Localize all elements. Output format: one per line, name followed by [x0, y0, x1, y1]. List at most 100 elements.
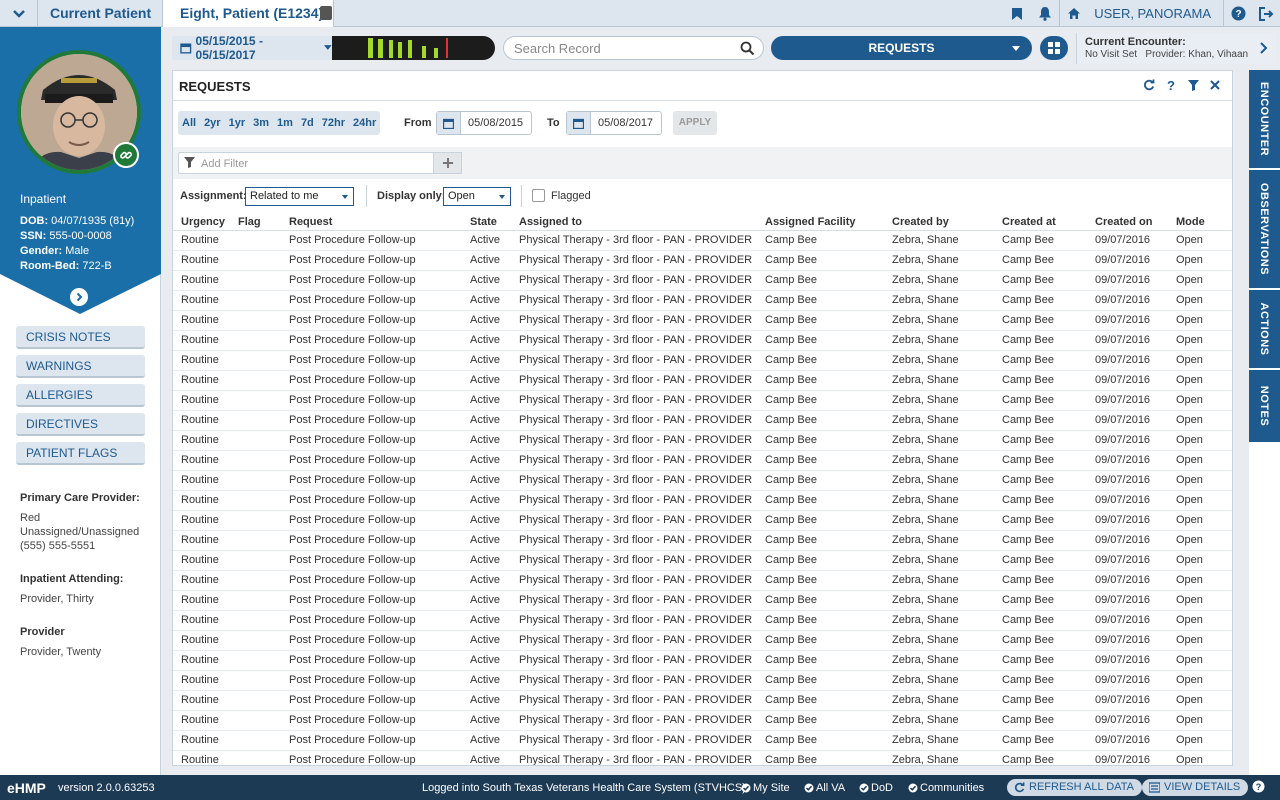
site-my-site[interactable]: My Site: [741, 782, 790, 794]
table-row[interactable]: Routine Post Procedure Follow-up Active Phy…: [173, 730, 1232, 751]
logout-icon[interactable]: [1252, 0, 1280, 27]
table-row[interactable]: Routine Post Procedure Follow-up Active Phy…: [173, 390, 1232, 411]
table-row[interactable]: Routine Post Procedure Follow-up Active Phy…: [173, 510, 1232, 531]
column-header-assigned-to[interactable]: Assigned to: [511, 214, 757, 231]
table-row[interactable]: Routine Post Procedure Follow-up Active Phy…: [173, 310, 1232, 331]
requests-table-container[interactable]: Urgency Flag Request State Assigned to A…: [173, 214, 1232, 765]
table-row[interactable]: Routine Post Procedure Follow-up Active Phy…: [173, 690, 1232, 711]
range-1yr-button[interactable]: 1yr: [225, 111, 250, 135]
add-filter-button[interactable]: [434, 152, 462, 174]
close-icon[interactable]: [1208, 78, 1222, 92]
refresh-all-data-button[interactable]: REFRESH ALL DATA: [1007, 779, 1142, 796]
column-header-created-on[interactable]: Created on: [1087, 214, 1168, 231]
cell-assigned-to: Physical Therapy - 3rd floor - PAN - PRO…: [511, 350, 757, 371]
filter-input[interactable]: [201, 156, 421, 171]
table-row[interactable]: Routine Post Procedure Follow-up Active Phy…: [173, 270, 1232, 291]
range-1m-button[interactable]: 1m: [273, 111, 297, 135]
filter-icon[interactable]: [1186, 78, 1200, 92]
patient-flags-button[interactable]: PATIENT FLAGS: [16, 442, 145, 465]
table-row[interactable]: Routine Post Procedure Follow-up Active Phy…: [173, 470, 1232, 491]
range-3m-button[interactable]: 3m: [249, 111, 273, 135]
global-date-range[interactable]: 05/15/2015 - 05/15/2017: [172, 34, 332, 62]
user-menu[interactable]: USER, PANORAMA: [1088, 6, 1223, 21]
display-only-select[interactable]: Open: [443, 187, 511, 206]
link-icon[interactable]: [113, 142, 139, 168]
column-header-created-at[interactable]: Created at: [994, 214, 1087, 231]
column-header-created-by[interactable]: Created by: [884, 214, 994, 231]
workspace-selector[interactable]: REQUESTS: [771, 36, 1032, 60]
apply-button[interactable]: APPLY: [673, 111, 717, 135]
tray-encounter[interactable]: ENCOUNTER: [1249, 70, 1280, 170]
table-row[interactable]: Routine Post Procedure Follow-up Active Phy…: [173, 530, 1232, 551]
patient-tab[interactable]: Eight, Patient (E1234): [162, 0, 334, 27]
cell-request: Post Procedure Follow-up: [281, 630, 462, 651]
table-row[interactable]: Routine Post Procedure Follow-up Active Phy…: [173, 750, 1232, 765]
table-row[interactable]: Routine Post Procedure Follow-up Active Phy…: [173, 230, 1232, 251]
from-date-field[interactable]: 05/08/2015: [436, 111, 532, 135]
table-row[interactable]: Routine Post Procedure Follow-up Active Phy…: [173, 570, 1232, 591]
range-24hr-button[interactable]: 24hr: [349, 111, 380, 135]
warnings-button[interactable]: WARNINGS: [16, 355, 145, 378]
column-header-assigned-facility[interactable]: Assigned Facility: [757, 214, 884, 231]
column-header-state[interactable]: State: [462, 214, 511, 231]
column-header-mode[interactable]: Mode: [1168, 214, 1232, 231]
tray-notes[interactable]: NOTES: [1249, 370, 1280, 444]
column-header-flag[interactable]: Flag: [230, 214, 281, 231]
table-row[interactable]: Routine Post Procedure Follow-up Active Phy…: [173, 630, 1232, 651]
expand-patient-button[interactable]: [70, 288, 88, 306]
view-details-button[interactable]: VIEW DETAILS: [1142, 779, 1249, 796]
table-row[interactable]: Routine Post Procedure Follow-up Active Phy…: [173, 290, 1232, 311]
table-row[interactable]: Routine Post Procedure Follow-up Active Phy…: [173, 590, 1232, 611]
table-row[interactable]: Routine Post Procedure Follow-up Active Phy…: [173, 350, 1232, 371]
tray-observations[interactable]: OBSERVATIONS: [1249, 170, 1280, 290]
to-date-field[interactable]: 05/08/2017: [566, 111, 662, 135]
refresh-icon[interactable]: [1142, 78, 1156, 92]
table-row[interactable]: Routine Post Procedure Follow-up Active Phy…: [173, 250, 1232, 271]
current-patient-label[interactable]: Current Patient: [50, 5, 151, 21]
table-row[interactable]: Routine Post Procedure Follow-up Active Phy…: [173, 490, 1232, 511]
site-dod[interactable]: DoD: [859, 782, 893, 794]
search-icon[interactable]: [740, 41, 755, 56]
range-2yr-button[interactable]: 2yr: [200, 111, 225, 135]
table-row[interactable]: Routine Post Procedure Follow-up Active Phy…: [173, 550, 1232, 571]
current-encounter[interactable]: Current Encounter: No Visit Set Provider…: [1076, 33, 1276, 64]
allergies-button[interactable]: ALLERGIES: [16, 384, 145, 407]
table-row[interactable]: Routine Post Procedure Follow-up Active Phy…: [173, 450, 1232, 471]
bell-icon[interactable]: [1031, 0, 1059, 27]
flagged-checkbox[interactable]: [532, 189, 545, 202]
table-row[interactable]: Routine Post Procedure Follow-up Active Phy…: [173, 410, 1232, 431]
table-row[interactable]: Routine Post Procedure Follow-up Active Phy…: [173, 610, 1232, 631]
range-all-button[interactable]: All: [178, 111, 200, 135]
bookmark-icon[interactable]: [1003, 0, 1031, 27]
search-record[interactable]: [503, 36, 764, 60]
calendar-icon[interactable]: [567, 112, 591, 134]
cell-assigned-to: Physical Therapy - 3rd floor - PAN - PRO…: [511, 430, 757, 451]
table-row[interactable]: Routine Post Procedure Follow-up Active Phy…: [173, 650, 1232, 671]
site-all-va[interactable]: All VA: [804, 782, 845, 794]
table-row[interactable]: Routine Post Procedure Follow-up Active Phy…: [173, 430, 1232, 451]
range-7d-button[interactable]: 7d: [297, 111, 318, 135]
timeline-summary[interactable]: [332, 36, 495, 60]
tray-actions[interactable]: ACTIONS: [1249, 290, 1280, 370]
search-input[interactable]: [514, 40, 739, 57]
site-communities[interactable]: Communities: [908, 782, 984, 794]
table-row[interactable]: Routine Post Procedure Follow-up Active Phy…: [173, 330, 1232, 351]
home-icon[interactable]: [1060, 0, 1088, 27]
help-icon[interactable]: ?: [1252, 780, 1265, 793]
directives-button[interactable]: DIRECTIVES: [16, 413, 145, 436]
column-header-urgency[interactable]: Urgency: [173, 214, 230, 231]
calendar-icon[interactable]: [437, 112, 461, 134]
help-icon[interactable]: ?: [1164, 78, 1178, 92]
filter-field[interactable]: [178, 152, 434, 174]
help-icon[interactable]: ?: [1224, 0, 1252, 27]
crisis-notes-button[interactable]: CRISIS NOTES: [16, 326, 145, 349]
chevron-down-icon[interactable]: [0, 0, 38, 27]
table-row[interactable]: Routine Post Procedure Follow-up Active Phy…: [173, 670, 1232, 691]
range-72hr-button[interactable]: 72hr: [318, 111, 349, 135]
assignment-select[interactable]: Related to me: [245, 187, 354, 206]
table-row[interactable]: Routine Post Procedure Follow-up Active Phy…: [173, 710, 1232, 731]
table-row[interactable]: Routine Post Procedure Follow-up Active Phy…: [173, 370, 1232, 391]
column-header-request[interactable]: Request: [281, 214, 462, 231]
cell-assigned-to: Physical Therapy - 3rd floor - PAN - PRO…: [511, 670, 757, 691]
workspace-manager-button[interactable]: [1040, 36, 1068, 60]
